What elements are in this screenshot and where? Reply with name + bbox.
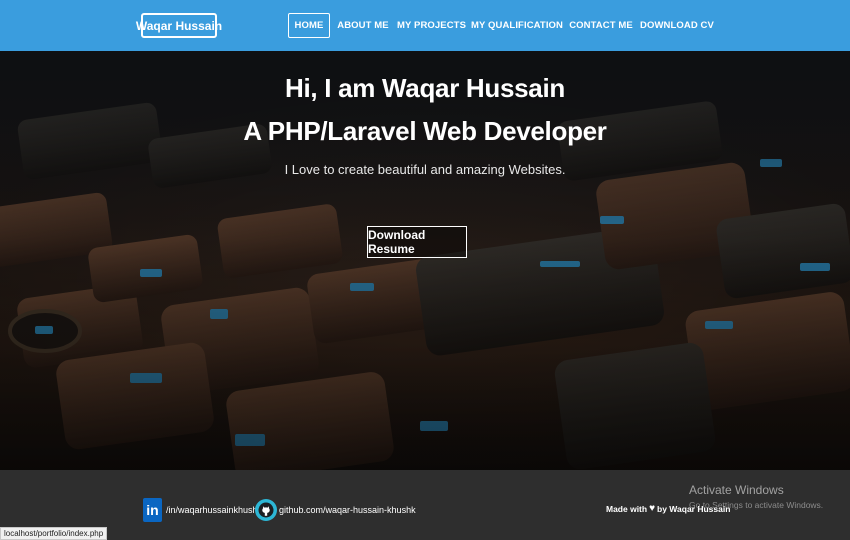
github-text: github.com/waqar-hussain-khushk: [279, 505, 416, 515]
nav-my-qualification[interactable]: MY QUALIFICATION: [471, 13, 563, 38]
browser-status-url: localhost/portfolio/index.php: [0, 527, 108, 540]
github-link[interactable]: github.com/waqar-hussain-khushk: [255, 497, 416, 523]
footer: in /in/waqarhussainkhushk github.com/waq…: [0, 470, 850, 540]
nav-download-cv[interactable]: DOWNLOAD CV: [640, 13, 714, 38]
made-with-prefix: Made with: [606, 503, 648, 514]
hero-tagline: I Love to create beautiful and amazing W…: [284, 162, 566, 177]
linkedin-icon: in: [143, 498, 162, 522]
download-resume-button[interactable]: Download Resume: [367, 226, 467, 258]
nav-home[interactable]: HOME: [288, 13, 330, 38]
heart-icon: ♥: [649, 503, 656, 514]
hero-role: A PHP/Laravel Web Developer: [243, 116, 607, 146]
top-navbar: Waqar Hussain HOME ABOUT ME MY PROJECTS …: [0, 0, 850, 51]
activate-windows-title: Activate Windows: [689, 483, 784, 497]
hero-dark-overlay: [0, 51, 850, 470]
github-icon: [255, 499, 277, 521]
brand-logo[interactable]: Waqar Hussain: [136, 13, 222, 38]
nav-my-projects[interactable]: MY PROJECTS: [397, 13, 466, 38]
nav-about-me[interactable]: ABOUT ME: [337, 13, 389, 38]
linkedin-text: /in/waqarhussainkhushk: [166, 505, 263, 515]
hero-section: Hi, I am Waqar Hussain A PHP/Laravel Web…: [0, 51, 850, 470]
nav-contact-me[interactable]: CONTACT ME: [569, 13, 633, 38]
hero-greeting: Hi, I am Waqar Hussain: [285, 73, 565, 103]
linkedin-link[interactable]: in /in/waqarhussainkhushk: [143, 497, 262, 523]
activate-windows-subtitle: Go to Settings to activate Windows.: [689, 500, 824, 510]
